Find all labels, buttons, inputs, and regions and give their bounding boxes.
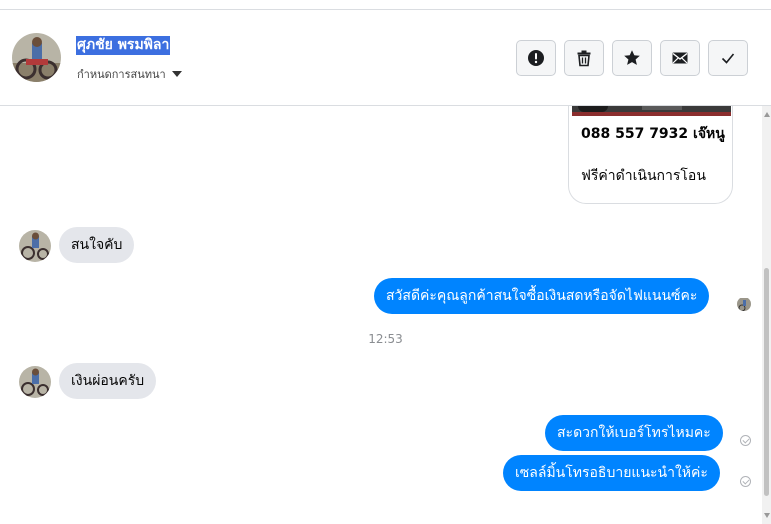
contact-avatar[interactable]	[12, 33, 61, 82]
card-fee-text: ฟรีค่าดำเนินการโอน	[581, 168, 706, 184]
card-phone-text: 088 557 7932 เจ๊หนู	[581, 126, 725, 142]
contact-avatar-small[interactable]	[19, 366, 51, 398]
message-timestamp: 12:53	[368, 332, 403, 346]
sent-check-icon	[740, 476, 751, 487]
alert-icon	[528, 50, 544, 66]
sent-check-icon	[740, 435, 751, 446]
conversation-header: ศุภชัย พรมพิลา กำหนดการสนทนา	[0, 10, 771, 106]
star-icon	[624, 50, 640, 65]
envelope-icon	[672, 52, 688, 64]
outgoing-message[interactable]: สะดวกให้เบอร์โทรไหมคะ	[545, 415, 723, 451]
incoming-message[interactable]: เงินผ่อนครับ	[59, 363, 157, 399]
delete-button[interactable]	[564, 40, 604, 76]
caret-down-icon	[171, 71, 182, 77]
incoming-message[interactable]: สนใจคับ	[59, 227, 135, 263]
shared-card-message[interactable]: 088 557 7932 เจ๊หนู ฟรีค่าดำเนินการโอน	[568, 106, 733, 204]
contact-avatar-small[interactable]	[19, 230, 51, 262]
star-button[interactable]	[612, 40, 652, 76]
thread-scrollbar[interactable]	[762, 106, 771, 524]
report-button[interactable]	[516, 40, 556, 76]
scroll-up-arrow-icon[interactable]	[764, 112, 770, 117]
window-top-strip	[0, 0, 771, 10]
seen-avatar-icon	[737, 297, 751, 311]
message-thread: 088 557 7932 เจ๊หนู ฟรีค่าดำเนินการโอน ส…	[0, 106, 760, 524]
contact-name[interactable]: ศุภชัย พรมพิลา	[76, 36, 171, 55]
outgoing-message[interactable]: เซลล์มิ้นโทรอธิบายแนะนำให้ค่ะ	[503, 455, 720, 491]
trash-icon	[577, 50, 591, 67]
outgoing-message[interactable]: สวัสดีค่ะคุณลูกค้าสนใจซื้อเงินสดหรือจัดไ…	[374, 278, 710, 314]
scrollbar-thumb[interactable]	[764, 268, 769, 496]
header-actions	[516, 40, 748, 76]
mark-unread-button[interactable]	[660, 40, 700, 76]
done-button[interactable]	[708, 40, 748, 76]
card-image	[572, 106, 731, 116]
scroll-down-arrow-icon[interactable]	[764, 513, 770, 518]
conversation-settings-menu[interactable]: กำหนดการสนทนา	[77, 65, 182, 83]
checkmark-icon	[721, 53, 735, 64]
conversation-settings-label: กำหนดการสนทนา	[77, 68, 166, 81]
